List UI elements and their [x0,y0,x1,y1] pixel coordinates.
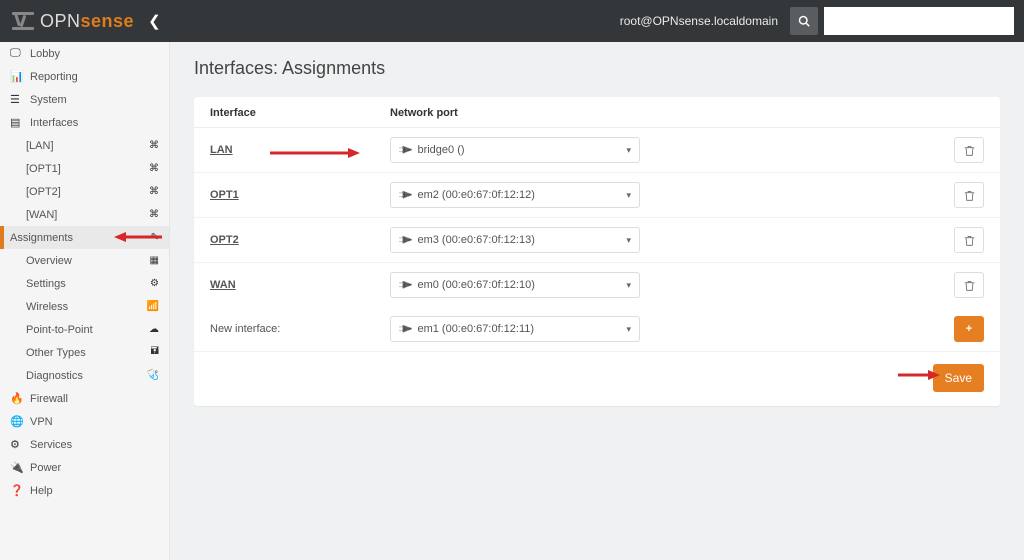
logo[interactable]: OPNsense [12,10,134,32]
plug-icon: 🔌 [397,232,414,249]
chevron-down-icon: ▾ [626,145,631,156]
grid-icon: ▦ [150,255,159,266]
interface-link[interactable]: OPT2 [210,234,239,246]
page-title: Interfaces: Assignments [194,58,1000,79]
logo-mark-icon [12,10,34,32]
delete-button[interactable] [954,182,984,208]
plug-icon: 🔌 [10,461,24,474]
sidebar-item-services[interactable]: ⚙Services [0,433,169,456]
new-interface-label: New interface: [210,323,390,335]
interface-row: WAN 🔌em0 (00:e0:67:0f:12:10) ▾ [194,263,1000,307]
medkit-icon: 🩺 [147,370,159,381]
sidebar-item-overview[interactable]: Overview▦ [0,249,169,272]
logo-text-sense: sense [81,11,135,31]
sidebar-item-settings[interactable]: Settings⚙ [0,272,169,295]
sitemap-icon: ⌘ [149,209,159,220]
desktop-icon: 🖵 [10,47,24,60]
user-link[interactable]: root@OPNsense.localdomain [620,14,778,28]
pencil-icon: ✎ [151,232,159,243]
fire-icon: 🔥 [10,392,24,405]
dropdown-value: em0 (00:e0:67:0f:12:10) [417,279,534,291]
trash-icon [964,235,975,246]
sidebar: 🖵Lobby 📊Reporting ☰System ▤Interfaces [L… [0,42,170,560]
interface-row: OPT1 🔌em2 (00:e0:67:0f:12:12) ▾ [194,173,1000,218]
chart-icon: 📊 [10,70,24,83]
database-icon: 🖬 [151,344,160,361]
new-interface-port-select[interactable]: 🔌 em1 (00:e0:67:0f:12:11) ▾ [390,316,640,342]
sitemap-icon: ⌘ [149,163,159,174]
sidebar-item-other[interactable]: Other Types🖬 [0,341,169,364]
sidebar-item-vpn[interactable]: 🌐VPN [0,410,169,433]
delete-button[interactable] [954,227,984,253]
sidebar-item-opt1[interactable]: [OPT1]⌘ [0,157,169,180]
sidebar-item-interfaces[interactable]: ▤Interfaces [0,111,169,134]
dropdown-value: bridge0 () [417,144,464,156]
sidebar-item-ptp[interactable]: Point-to-Point☁ [0,318,169,341]
sidebar-item-wireless[interactable]: Wireless📶 [0,295,169,318]
search-input[interactable] [824,7,1014,35]
port-select[interactable]: 🔌em3 (00:e0:67:0f:12:13) ▾ [390,227,640,253]
port-select[interactable]: 🔌bridge0 () ▾ [390,137,640,163]
interface-row: OPT2 🔌em3 (00:e0:67:0f:12:13) ▾ [194,218,1000,263]
nav-collapse-icon[interactable]: ❮ [148,12,161,30]
dropdown-value: em2 (00:e0:67:0f:12:12) [417,189,534,201]
delete-button[interactable] [954,137,984,163]
dropdown-value: em1 (00:e0:67:0f:12:11) [417,323,534,335]
topbar: OPNsense ❮ root@OPNsense.localdomain [0,0,1024,42]
wifi-icon: 📶 [147,301,159,312]
main-content: Interfaces: Assignments Interface Networ… [170,42,1024,560]
interface-link[interactable]: OPT1 [210,189,239,201]
globe-icon: 🌐 [10,415,24,428]
trash-icon [964,280,975,291]
assignments-panel: Interface Network port LAN🔌bridge0 ()▾OP… [194,97,1000,406]
gear-icon: ⚙ [10,438,24,451]
help-icon: ❓ [10,484,24,497]
sliders-icon: ⚙ [150,278,159,289]
sitemap-icon: ⌘ [149,140,159,151]
add-interface-button[interactable]: + [954,316,984,342]
port-select[interactable]: 🔌em2 (00:e0:67:0f:12:12) ▾ [390,182,640,208]
sidebar-item-wan[interactable]: [WAN]⌘ [0,203,169,226]
new-interface-row: New interface: 🔌 em1 (00:e0:67:0f:12:11)… [194,307,1000,352]
trash-icon [964,190,975,201]
sidebar-item-diagnostics[interactable]: Diagnostics🩺 [0,364,169,387]
trash-icon [964,145,975,156]
sidebar-item-lan[interactable]: [LAN]⌘ [0,134,169,157]
sidebar-item-opt2[interactable]: [OPT2]⌘ [0,180,169,203]
sidebar-item-firewall[interactable]: 🔥Firewall [0,387,169,410]
chevron-down-icon: ▾ [626,235,631,246]
col-header-port: Network port [390,107,984,119]
list-icon: ☰ [10,93,24,106]
sidebar-item-system[interactable]: ☰System [0,88,169,111]
chevron-down-icon: ▾ [626,280,631,291]
search-icon [798,15,810,27]
sidebar-item-assignments[interactable]: Assignments✎ [0,226,169,249]
col-header-interface: Interface [210,107,390,119]
chevron-down-icon: ▾ [626,324,631,335]
dropdown-value: em3 (00:e0:67:0f:12:13) [417,234,534,246]
plug-icon: 🔌 [397,187,414,204]
plug-icon: 🔌 [397,321,414,338]
sitemap-icon: ▤ [10,116,24,129]
chevron-down-icon: ▾ [626,190,631,201]
interface-link[interactable]: LAN [210,144,233,156]
interface-row: LAN 🔌bridge0 () ▾ [194,128,1000,173]
plug-icon: 🔌 [397,277,414,294]
logo-text-opn: OPN [40,11,81,31]
annotation-arrow-icon [270,146,360,160]
sidebar-item-reporting[interactable]: 📊Reporting [0,65,169,88]
search-button[interactable] [790,7,818,35]
sidebar-item-power[interactable]: 🔌Power [0,456,169,479]
sidebar-item-lobby[interactable]: 🖵Lobby [0,42,169,65]
sitemap-icon: ⌘ [149,186,159,197]
interface-link[interactable]: WAN [210,279,236,291]
save-button[interactable]: Save [933,364,984,392]
port-select[interactable]: 🔌em0 (00:e0:67:0f:12:10) ▾ [390,272,640,298]
link-icon: ☁ [149,324,159,335]
sidebar-item-help[interactable]: ❓Help [0,479,169,502]
plug-icon: 🔌 [397,142,414,159]
delete-button[interactable] [954,272,984,298]
